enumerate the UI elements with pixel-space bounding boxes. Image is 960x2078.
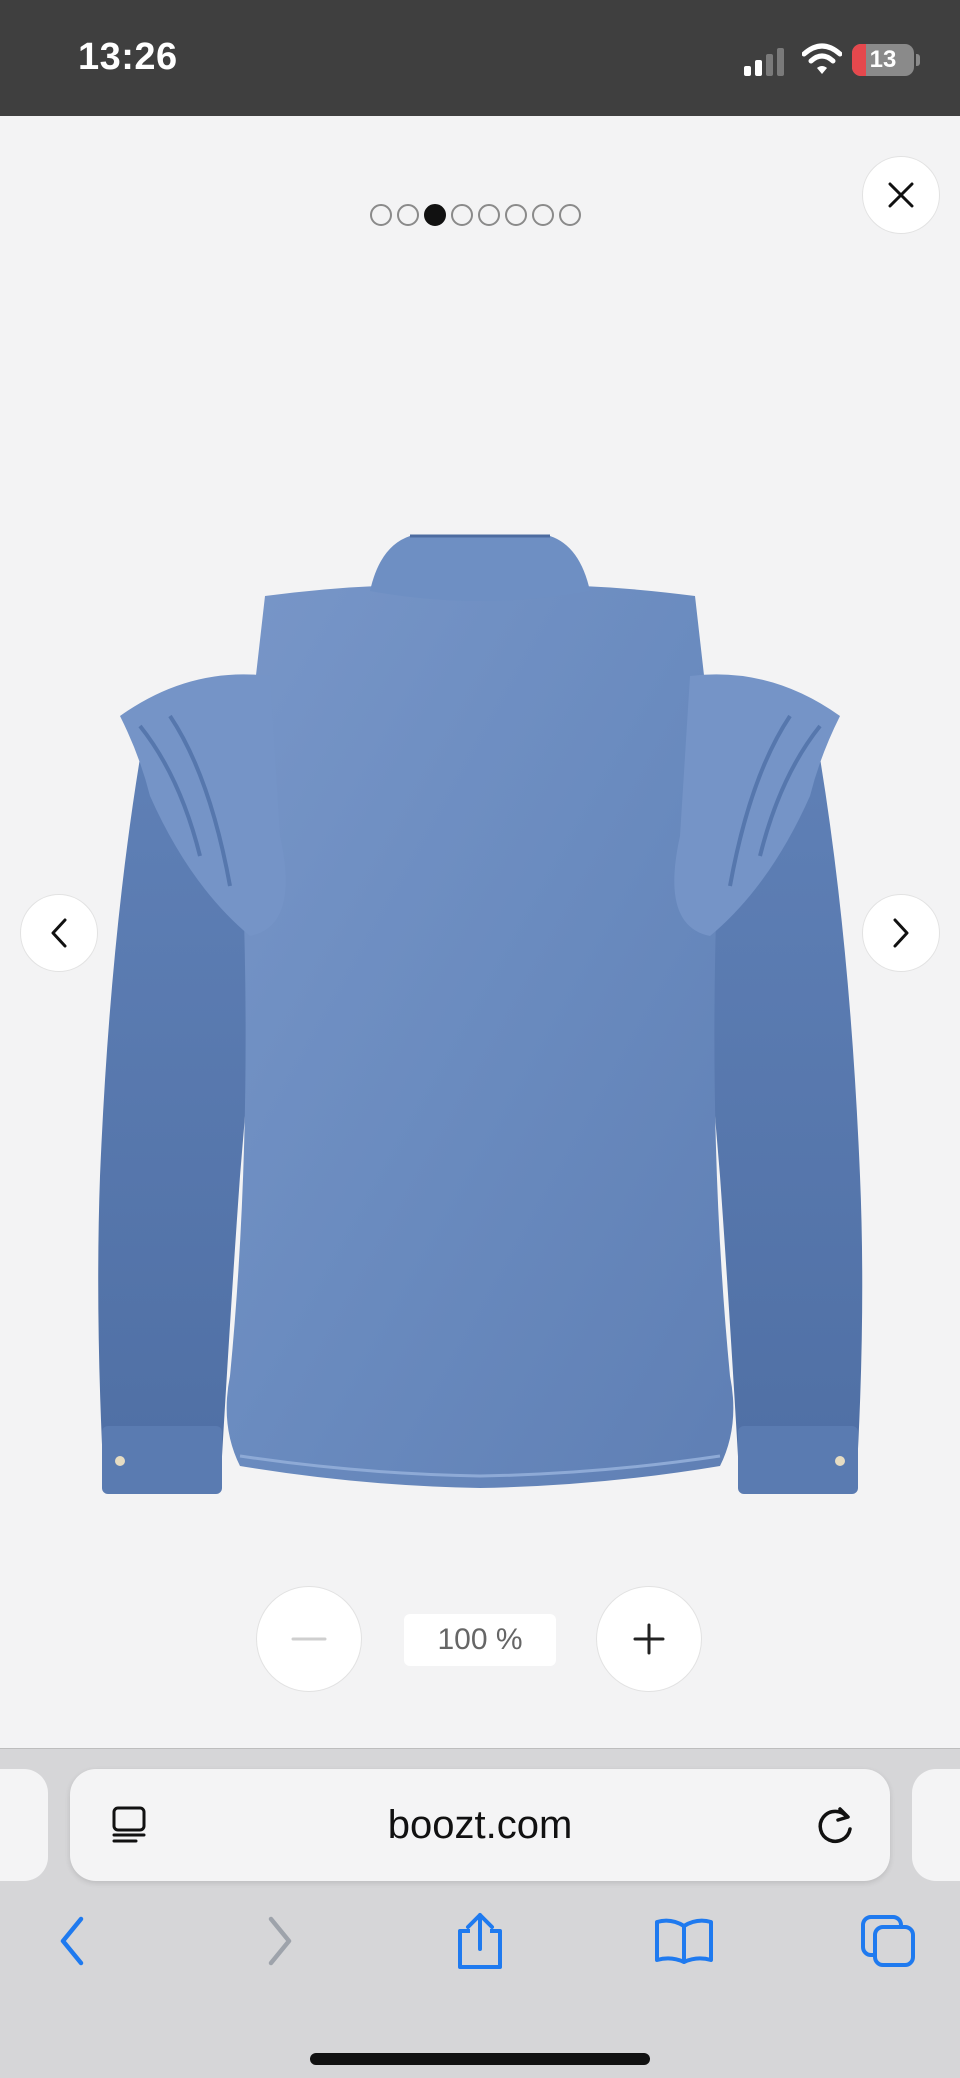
bookmarks-button[interactable]: [652, 1909, 716, 1973]
wifi-icon: [802, 43, 842, 74]
share-button[interactable]: [448, 1909, 512, 1973]
battery-cap: [916, 54, 920, 66]
next-tab-card[interactable]: [912, 1769, 960, 1881]
reload-icon[interactable]: [814, 1805, 856, 1847]
battery-indicator: 13: [852, 44, 914, 76]
product-image: [98, 534, 863, 1494]
gallery-dot[interactable]: [397, 204, 419, 226]
gallery-dots: [370, 204, 584, 226]
gallery-dot[interactable]: [478, 204, 500, 226]
gallery-dot[interactable]: [451, 204, 473, 226]
chevron-right-icon: [893, 918, 909, 948]
cellular-signal-icon: [744, 46, 786, 76]
status-bar: 13:26 13: [0, 0, 960, 116]
address-bar[interactable]: boozt.com: [70, 1769, 890, 1881]
gallery-dot[interactable]: [532, 204, 554, 226]
image-viewer: 100 %: [0, 116, 960, 1748]
status-time: 13:26: [78, 36, 178, 78]
previous-tab-card[interactable]: [0, 1769, 48, 1881]
plus-icon: [633, 1623, 665, 1655]
gallery-dot[interactable]: [370, 204, 392, 226]
url-text: boozt.com: [387, 1803, 573, 1847]
share-icon: [458, 1913, 502, 1969]
forward-button[interactable]: [248, 1909, 312, 1973]
tabs-button[interactable]: [856, 1909, 920, 1973]
back-button[interactable]: [40, 1909, 104, 1973]
minus-icon: [291, 1637, 327, 1641]
gallery-dot-active[interactable]: [424, 204, 446, 226]
tabs-icon: [861, 1915, 915, 1967]
gallery-dot[interactable]: [505, 204, 527, 226]
back-icon: [60, 1916, 84, 1966]
zoom-in-button[interactable]: [596, 1586, 702, 1692]
forward-icon: [268, 1916, 292, 1966]
zoom-level: 100 %: [404, 1614, 556, 1666]
bookmarks-icon: [655, 1918, 713, 1964]
gallery-dot[interactable]: [559, 204, 581, 226]
app-screen: 13:26 13 100 % boozt.com: [0, 0, 960, 2078]
close-icon: [888, 182, 914, 208]
close-button[interactable]: [862, 156, 940, 234]
zoom-out-button[interactable]: [256, 1586, 362, 1692]
home-indicator[interactable]: [310, 2053, 650, 2065]
battery-level: 13: [869, 46, 897, 73]
browser-toolbar: boozt.com: [0, 1748, 960, 2078]
chevron-left-icon: [51, 918, 67, 948]
